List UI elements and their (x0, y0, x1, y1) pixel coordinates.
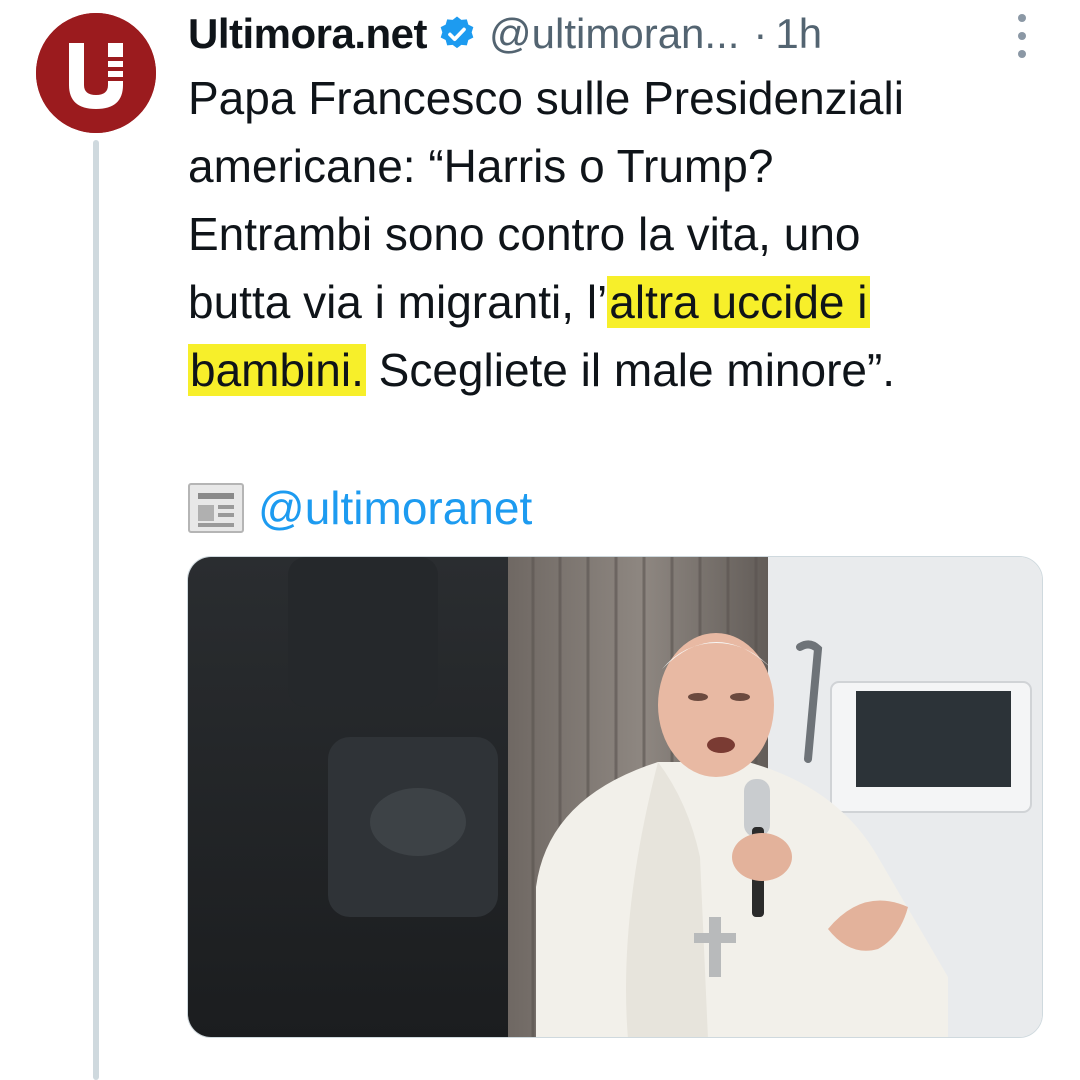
tweet-text: Papa Francesco sulle Presidenziali ameri… (188, 64, 1048, 404)
separator-dot: · (753, 10, 768, 57)
newspaper-icon (188, 483, 244, 533)
verified-badge-icon (437, 14, 477, 54)
more-options-icon[interactable] (1010, 14, 1034, 58)
timestamp[interactable]: 1h (775, 10, 822, 58)
avatar[interactable] (36, 13, 156, 133)
highlighted-text: bambini. (188, 344, 366, 396)
text-segment: butta via i migranti, l’ (188, 276, 608, 328)
source-row: @ultimoranet (188, 478, 532, 538)
tweet-header: Ultimora.net @ultimoran... · 1h (188, 4, 1038, 64)
highlighted-text: altra uccide i (607, 276, 870, 328)
tweet-text-line: Papa Francesco sulle Presidenziali (188, 72, 904, 124)
ultimora-logo-icon (36, 13, 156, 133)
text-segment: Scegliete il male minore”. (365, 344, 896, 396)
source-mention-link[interactable]: @ultimoranet (258, 481, 532, 535)
tweet-text-line: butta via i migranti, l’altra uccide i (188, 268, 1048, 336)
tweet-text-line: bambini. Scegliete il male minore”. (188, 336, 1048, 404)
author-name[interactable]: Ultimora.net (188, 10, 428, 58)
tweet-text-line: americane: “Harris o Trump? (188, 140, 774, 192)
author-handle[interactable]: @ultimoran... (489, 10, 739, 58)
tweet-text-line: Entrambi sono contro la vita, uno (188, 208, 861, 260)
thread-line (93, 140, 99, 1080)
tweet-photo[interactable] (187, 556, 1043, 1038)
